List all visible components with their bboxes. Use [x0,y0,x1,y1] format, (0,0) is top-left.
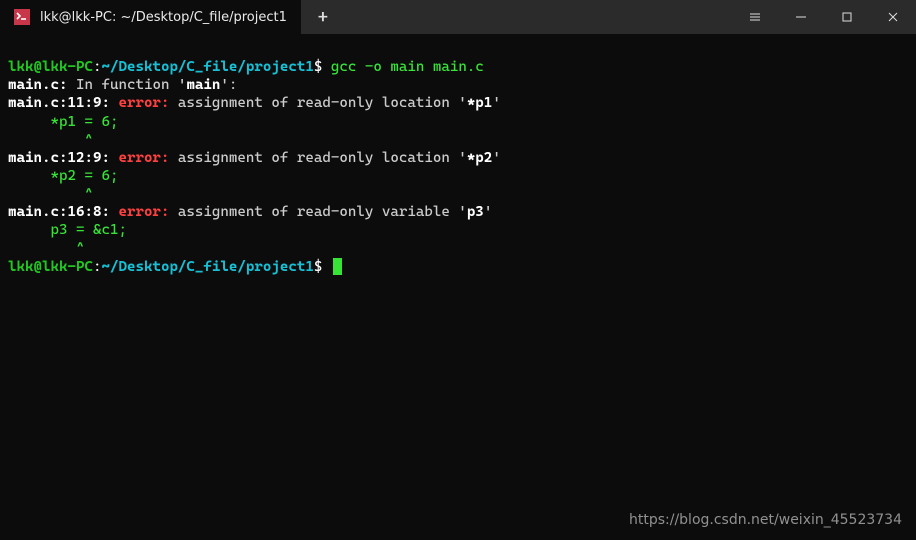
err1-tag: error: [110,95,169,111]
command-text: gcc -o main main.c [322,59,483,75]
terminal-tab[interactable]: lkk@lkk-PC: ~/Desktop/C_file/project1 [0,0,301,34]
terminal-output[interactable]: lkk@lkk-PC:~/Desktop/C_file/project1$ gc… [0,34,916,282]
err2-hl: *p2 [467,150,493,166]
err2-loc: main.c:12:9: [8,150,110,166]
err1-code: *p1 = 6; [8,114,118,130]
intro-msg2: ': [220,77,237,93]
prompt-path: ~/Desktop/C_file/project1 [101,59,313,75]
tab-title: lkk@lkk-PC: ~/Desktop/C_file/project1 [40,10,287,25]
terminal-icon [14,9,30,25]
err1-msg2: ' [492,95,501,111]
err1-hl: *p1 [467,95,493,111]
err2-msg2: ' [492,150,501,166]
watermark-text: https://blog.csdn.net/weixin_45523734 [629,512,902,528]
cursor-block [333,258,342,275]
prompt-user: lkk@lkk-PC [8,59,93,75]
new-tab-button[interactable]: + [301,0,345,34]
maximize-button[interactable] [824,0,870,34]
titlebar: lkk@lkk-PC: ~/Desktop/C_file/project1 + [0,0,916,34]
err3-loc: main.c:16:8: [8,204,110,220]
err3-hl: p3 [467,204,484,220]
menu-button[interactable] [732,0,778,34]
intro-fn: main [186,77,220,93]
err3-msg: assignment of read-only variable ' [169,204,466,220]
prompt2-user: lkk@lkk-PC [8,259,93,275]
err1-msg: assignment of read-only location ' [169,95,466,111]
close-button[interactable] [870,0,916,34]
err2-caret: ^ [8,186,93,202]
err3-tag: error: [110,204,169,220]
err2-msg: assignment of read-only location ' [169,150,466,166]
err1-caret: ^ [8,132,93,148]
err2-tag: error: [110,150,169,166]
intro-msg: In function ' [67,77,186,93]
intro-file: main.c: [8,77,67,93]
err3-msg2: ' [484,204,493,220]
titlebar-spacer [345,0,732,34]
prompt2-dollar: $ [314,259,323,275]
plus-icon: + [318,7,329,28]
prompt2-path: ~/Desktop/C_file/project1 [101,259,313,275]
err3-caret: ^ [8,240,84,256]
err1-loc: main.c:11:9: [8,95,110,111]
err2-code: *p2 = 6; [8,168,118,184]
window-controls [732,0,916,34]
err3-code: p3 = &c1; [8,222,127,238]
minimize-button[interactable] [778,0,824,34]
